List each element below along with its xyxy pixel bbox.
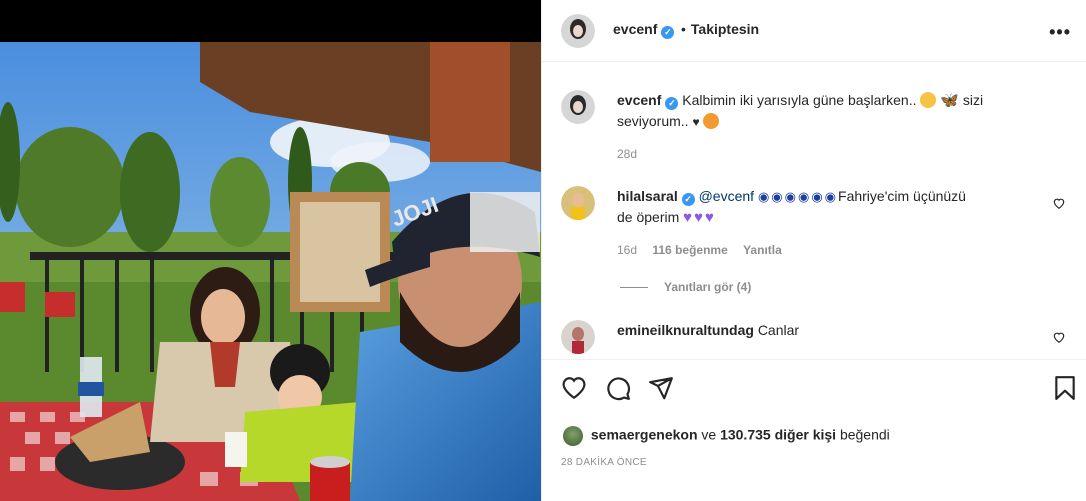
likes-summary: semaergenekon ve 130.735 diğer kişi beğe…: [563, 426, 890, 446]
author-avatar[interactable]: [561, 14, 595, 48]
post-actions: semaergenekon ve 130.735 diğer kişi beğe…: [542, 359, 1086, 501]
commenter-avatar[interactable]: [561, 186, 595, 220]
verified-badge-icon: ✓: [665, 97, 679, 110]
commenter-avatar[interactable]: [561, 320, 595, 354]
comment-like-heart-icon[interactable]: [1052, 196, 1066, 210]
author-username[interactable]: evcenf ✓: [613, 21, 675, 39]
caption-time[interactable]: 28d: [617, 147, 637, 161]
pensive-face-icon: [920, 92, 937, 108]
black-heart-icon: ♥: [692, 115, 700, 129]
caption-text-2: sizi: [962, 92, 984, 108]
caption-text-3: seviyorum..: [617, 113, 689, 129]
view-replies-button[interactable]: Yanıtları gör (4): [620, 280, 751, 294]
comment-text: Fahriye'cim üçünüzü: [838, 188, 966, 204]
caption-username[interactable]: evcenf: [617, 92, 661, 108]
caption-text: Kalbimin iki yarısıyla güne başlarken..: [682, 92, 917, 108]
cat-heart-eyes-icon: [703, 113, 720, 129]
purple-heart-icon: ♥♥♥: [683, 209, 716, 226]
likes-count-link[interactable]: 130.735 diğer kişi: [720, 427, 836, 443]
mention-link[interactable]: @evcenf: [699, 188, 754, 204]
more-options-icon[interactable]: •••: [1049, 22, 1071, 43]
post-details-panel: evcenf ✓ • Takiptesin ••• evcenf ✓ Kalbimin…: [541, 0, 1086, 501]
follow-status[interactable]: • Takiptesin: [681, 21, 759, 37]
bookmark-icon[interactable]: [1052, 375, 1078, 401]
commenter-username[interactable]: hilalsaral: [617, 188, 678, 204]
comment-icon[interactable]: [605, 375, 631, 401]
butterfly-icon: 🦋: [940, 92, 959, 109]
post-photo[interactable]: JOJI: [0, 42, 541, 501]
comments-list: evcenf ✓ Kalbimin iki yarısıyla güne başl…: [542, 62, 1086, 359]
caption-avatar[interactable]: [561, 90, 595, 124]
paper-plane-icon[interactable]: [648, 375, 674, 401]
liker-avatar[interactable]: [563, 426, 583, 446]
liker-username[interactable]: semaergenekon: [591, 427, 698, 443]
commenter-username[interactable]: emineilknuraltundag: [617, 322, 754, 338]
post-timestamp[interactable]: 28 DAKİKA ÖNCE: [561, 457, 647, 468]
heart-icon[interactable]: [561, 375, 587, 401]
comment-text: Canlar: [757, 322, 800, 338]
comment-time[interactable]: 16d: [617, 243, 637, 257]
nazar-emoji-icon: ◉◉◉◉◉◉: [757, 189, 839, 204]
reply-button[interactable]: Yanıtla: [743, 243, 782, 257]
post-media[interactable]: JOJI: [0, 0, 541, 501]
comment-like-heart-icon[interactable]: [1052, 330, 1066, 344]
verified-badge-icon: ✓: [681, 193, 695, 206]
verified-badge-icon: ✓: [661, 26, 675, 39]
post-header: evcenf ✓ • Takiptesin •••: [542, 0, 1086, 62]
comment-text-2: de öperim: [617, 209, 680, 225]
comment-likes[interactable]: 116 beğenme: [652, 243, 727, 257]
